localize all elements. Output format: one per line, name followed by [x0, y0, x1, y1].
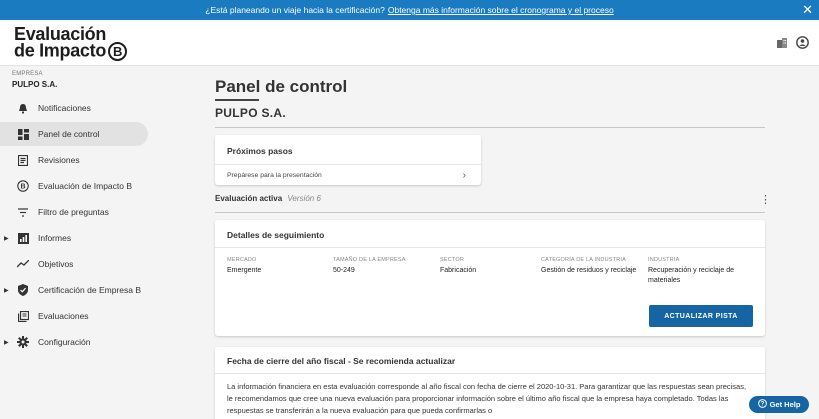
- sidebar-item-label: Evaluaciones: [38, 311, 89, 321]
- tracking-details-card: Detalles de seguimiento MERCADO Emergent…: [215, 220, 765, 336]
- field-value: Recuperación y reciclaje de materiales: [648, 267, 734, 284]
- app-header: Evaluación de Impacto B: [0, 20, 819, 66]
- sidebar-item-notificaciones[interactable]: Notificaciones: [0, 96, 205, 120]
- fiscal-body: La información financiera en esta evalua…: [227, 382, 747, 415]
- expand-caret-icon[interactable]: ▶: [0, 339, 9, 346]
- banner-text: ¿Está planeando un viaje hacia la certif…: [205, 5, 385, 15]
- field-industry: INDUSTRIA Recuperación y reciclaje de ma…: [648, 257, 756, 286]
- next-step-label: Prepárese para la presentación: [227, 171, 322, 179]
- next-steps-card: Próximos pasos Prepárese para la present…: [215, 135, 481, 185]
- chevron-right-icon: ›: [462, 169, 466, 181]
- sidebar-item-label: Certificación de Empresa B: [38, 285, 141, 295]
- field-label: CATEGORÍA DE LA INDUSTRIA: [541, 257, 626, 263]
- sidebar-item-label: Objetivos: [38, 259, 74, 269]
- svg-text:?: ?: [760, 402, 764, 408]
- sidebar-item-configuracion[interactable]: ▶ Configuración: [0, 330, 205, 354]
- divider: [215, 373, 765, 374]
- main-content: Panel de control PULPO S.A. Próximos pas…: [205, 67, 819, 419]
- divider: [215, 212, 765, 213]
- next-step-item[interactable]: Prepárese para la presentación ›: [215, 164, 481, 185]
- expand-caret-icon[interactable]: ▶: [0, 235, 9, 242]
- field-value: 50-249: [333, 267, 355, 274]
- title-underline: [215, 99, 259, 101]
- fiscal-year-card: Fecha de cierre del año fiscal - Se reco…: [215, 347, 765, 419]
- field-market: MERCADO Emergente: [227, 257, 317, 276]
- active-evaluation-label: Evaluación activa: [215, 194, 283, 203]
- filter-icon: [16, 205, 30, 219]
- sidebar-item-label: Informes: [38, 233, 72, 243]
- company-label: EMPRESA: [12, 71, 43, 77]
- sidebar-item-filtro-de-preguntas[interactable]: Filtro de preguntas: [0, 200, 205, 224]
- sidebar-item-label: Notificaciones: [38, 103, 91, 113]
- get-help-button[interactable]: ? Get Help: [749, 396, 809, 413]
- announcement-banner: ¿Está planeando un viaje hacia la certif…: [0, 0, 819, 20]
- report-icon: [16, 231, 30, 245]
- b-circle-icon: B: [16, 179, 30, 193]
- sidebar-item-evaluaciones[interactable]: Evaluaciones: [0, 304, 205, 328]
- dashboard-icon: [16, 127, 30, 141]
- company-title: PULPO S.A.: [215, 106, 287, 120]
- shield-icon: [16, 283, 30, 297]
- version-label: Versión 6: [287, 194, 321, 203]
- update-tracking-button[interactable]: ACTUALIZAR PISTA: [649, 305, 753, 327]
- b-logo-icon: B: [108, 42, 128, 61]
- next-steps-title: Próximos pasos: [227, 146, 293, 156]
- user-circle-icon[interactable]: [796, 36, 809, 49]
- fiscal-title: Fecha de cierre del año fiscal - Se reco…: [227, 356, 456, 366]
- sidebar-item-evaluacion-de-impacto-b[interactable]: B Evaluación de Impacto B: [0, 174, 205, 198]
- field-sector: SECTOR Fabricación: [440, 257, 530, 276]
- page-title: Panel de control: [215, 77, 348, 96]
- expand-caret-icon[interactable]: ▶: [0, 287, 9, 294]
- logo-line-2: de Impacto B: [14, 41, 128, 61]
- banner-link[interactable]: Obtenga más información sobre el cronogr…: [388, 5, 614, 15]
- sidebar: EMPRESA PULPO S.A. Notificaciones Panel …: [0, 67, 205, 419]
- sidebar-item-objetivos[interactable]: Objetivos: [0, 252, 205, 276]
- more-options-icon[interactable]: ⋮: [760, 194, 771, 206]
- sidebar-item-label: Configuración: [38, 337, 91, 347]
- sidebar-item-label: Revisiones: [38, 155, 80, 165]
- field-label: TAMAÑO DE LA EMPRESA: [333, 257, 406, 263]
- review-icon: [16, 153, 30, 167]
- sidebar-item-revisiones[interactable]: Revisiones: [0, 148, 205, 172]
- field-label: SECTOR: [440, 257, 465, 263]
- help-circle-icon: ?: [757, 399, 767, 410]
- sidebar-item-label: Evaluación de Impacto B: [38, 181, 133, 191]
- field-value: Gestión de residuos y reciclaje: [541, 267, 637, 274]
- bell-icon: [16, 101, 30, 115]
- field-value: Fabricación: [440, 267, 477, 274]
- sidebar-item-panel-de-control[interactable]: Panel de control: [0, 122, 148, 146]
- close-icon[interactable]: ✕: [802, 2, 813, 18]
- gear-icon: [16, 335, 30, 349]
- divider: [215, 127, 765, 128]
- field-company-size: TAMAÑO DE LA EMPRESA 50-249: [333, 257, 433, 276]
- tracking-title: Detalles de seguimiento: [227, 230, 325, 240]
- sidebar-item-informes[interactable]: ▶ Informes: [0, 226, 205, 250]
- active-evaluation-header: Evaluación activa Versión 6 ⋮: [215, 194, 775, 208]
- svg-text:B: B: [20, 184, 25, 191]
- header-actions: [776, 36, 809, 49]
- logo[interactable]: Evaluación de Impacto B: [14, 25, 128, 61]
- trend-icon: [16, 257, 30, 271]
- field-value: Emergente: [227, 267, 262, 274]
- sidebar-item-certificacion[interactable]: ▶ Certificación de Empresa B: [0, 278, 205, 302]
- get-help-label: Get Help: [769, 400, 801, 409]
- field-label: INDUSTRIA: [648, 257, 680, 263]
- company-name: PULPO S.A.: [12, 80, 58, 89]
- sidebar-item-label: Panel de control: [38, 129, 100, 139]
- copy-icon: [16, 309, 30, 323]
- divider: [215, 247, 765, 248]
- field-label: MERCADO: [227, 257, 257, 263]
- sidebar-item-label: Filtro de preguntas: [38, 207, 109, 217]
- building-icon[interactable]: [776, 37, 788, 49]
- field-industry-category: CATEGORÍA DE LA INDUSTRIA Gestión de res…: [541, 257, 641, 276]
